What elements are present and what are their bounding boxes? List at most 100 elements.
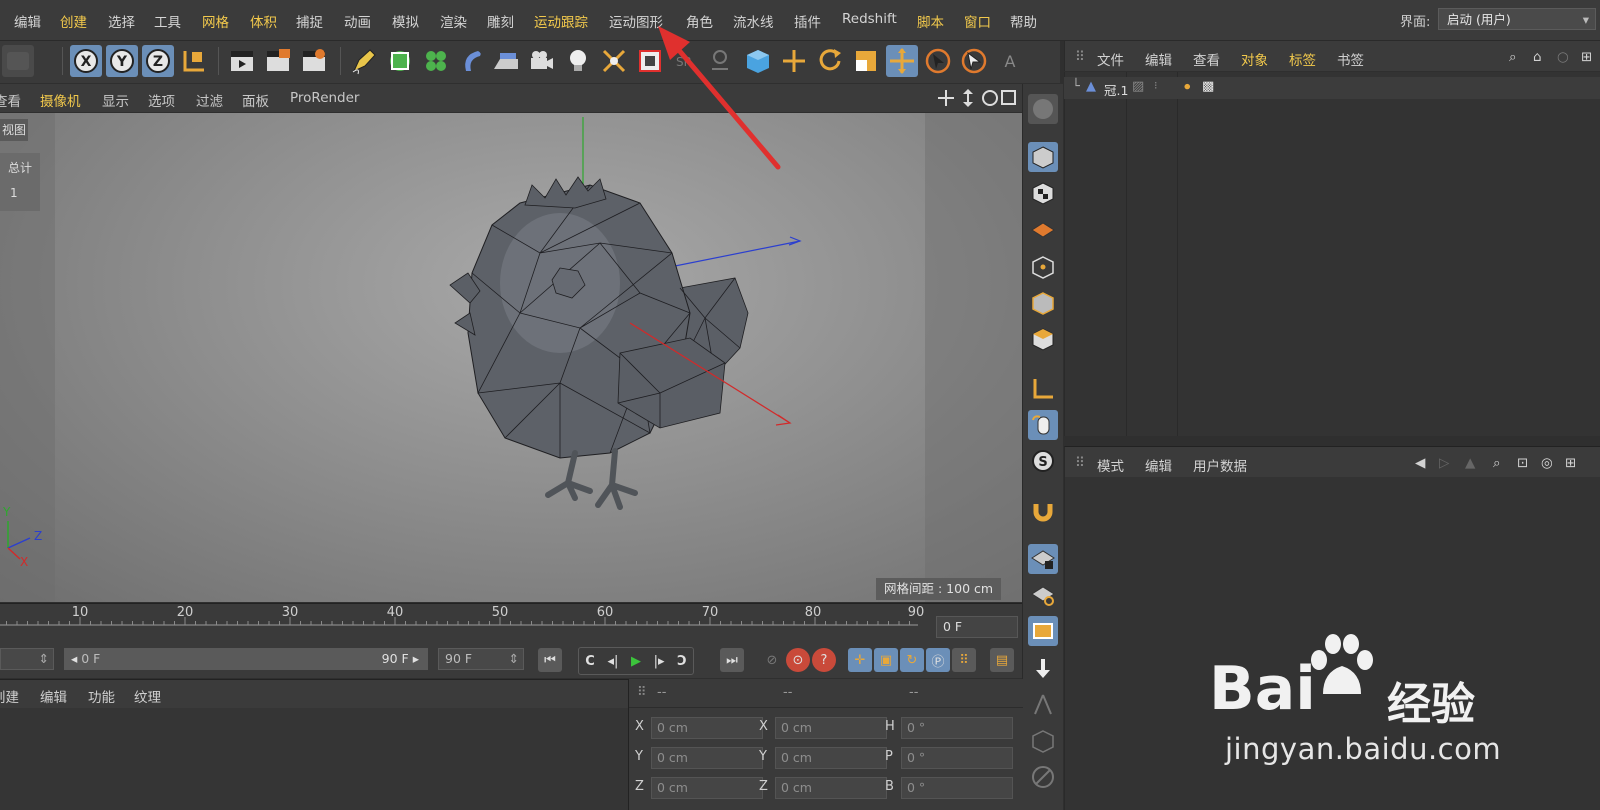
current-frame-field[interactable]: 0 F bbox=[936, 616, 1018, 638]
polygons-mode-button[interactable] bbox=[1028, 324, 1058, 354]
menu-motion-tracking[interactable]: 运动跟踪 bbox=[534, 11, 588, 31]
deformer-button[interactable] bbox=[456, 45, 488, 77]
key-rotation-button[interactable]: ↻ bbox=[900, 648, 924, 672]
rotation-b-field[interactable]: 0 ° bbox=[901, 777, 1013, 799]
size-z-field[interactable]: 0 cm bbox=[775, 777, 887, 799]
menu-script[interactable]: 脚本 bbox=[917, 11, 944, 31]
material-list[interactable] bbox=[0, 708, 628, 810]
viewport-menu-display[interactable]: 显示 bbox=[102, 90, 129, 110]
menu-select[interactable]: 选择 bbox=[108, 11, 135, 31]
key-position-button[interactable]: ✛ bbox=[848, 648, 872, 672]
go-to-start-button[interactable]: ⏮ bbox=[538, 648, 562, 672]
viewport-menu-view[interactable]: 查看 bbox=[0, 90, 21, 110]
attribute-menu-mode[interactable]: 模式 bbox=[1097, 455, 1124, 475]
snapping-button[interactable] bbox=[1028, 496, 1058, 526]
rotate-button[interactable] bbox=[814, 45, 846, 77]
undo-button[interactable] bbox=[2, 45, 34, 77]
position-z-field[interactable]: 0 cm bbox=[651, 777, 763, 799]
object-name[interactable]: 冠.1 bbox=[1104, 80, 1128, 99]
points-mode-button[interactable] bbox=[1028, 252, 1058, 282]
viewport-nav-icons[interactable] bbox=[936, 88, 1016, 108]
filter-icon[interactable]: ○ bbox=[1557, 49, 1569, 65]
edit-visibility-icon[interactable]: ▨ bbox=[1132, 79, 1144, 94]
menu-simulate[interactable]: 模拟 bbox=[392, 11, 419, 31]
auto-key-button[interactable]: ? bbox=[812, 648, 836, 672]
live-selection-button[interactable] bbox=[922, 45, 954, 77]
render-region-button[interactable] bbox=[1028, 616, 1058, 646]
attribute-menu-userdata[interactable]: 用户数据 bbox=[1193, 455, 1247, 475]
size-y-field[interactable]: 0 cm bbox=[775, 747, 887, 769]
viewport-solo-button[interactable] bbox=[1028, 94, 1058, 124]
move-selection-button[interactable] bbox=[958, 45, 990, 77]
object-menu-tags[interactable]: 标签 bbox=[1289, 49, 1316, 69]
menu-help[interactable]: 帮助 bbox=[1010, 11, 1037, 31]
menu-create[interactable]: 创建 bbox=[60, 11, 87, 31]
wireframe-button[interactable] bbox=[1028, 726, 1058, 756]
menu-render[interactable]: 渲染 bbox=[440, 11, 467, 31]
menu-redshift[interactable]: Redshift bbox=[842, 11, 897, 27]
material-tag-icon[interactable]: ▩ bbox=[1202, 79, 1214, 94]
menu-snap[interactable]: 捕捉 bbox=[296, 11, 323, 31]
material-menu-texture[interactable]: 纹理 bbox=[134, 686, 161, 706]
camera-button[interactable] bbox=[526, 45, 558, 77]
render-view-button[interactable] bbox=[226, 45, 258, 77]
render-picture-viewer-button[interactable] bbox=[262, 45, 294, 77]
target-icon[interactable]: ◎ bbox=[1541, 455, 1553, 471]
forward-arrow-icon[interactable]: ▷ bbox=[1439, 455, 1449, 471]
menu-edit[interactable]: 编辑 bbox=[14, 11, 41, 31]
viewport-menu-prorender[interactable]: ProRender bbox=[290, 90, 359, 106]
workplane-lock-button[interactable] bbox=[1028, 544, 1058, 574]
up-arrow-icon[interactable]: ▲ bbox=[1465, 455, 1475, 471]
start-frame-field[interactable]: ⇕ bbox=[0, 648, 54, 670]
new-window-icon[interactable]: ⊞ bbox=[1581, 49, 1592, 65]
light-button[interactable] bbox=[562, 45, 594, 77]
render-settings-button[interactable] bbox=[298, 45, 330, 77]
edges-mode-button[interactable] bbox=[1028, 288, 1058, 318]
floor-button[interactable] bbox=[490, 45, 522, 77]
loop-forward-icon[interactable]: Ɔ bbox=[677, 654, 687, 669]
menu-window[interactable]: 窗口 bbox=[964, 11, 991, 31]
object-menu-file[interactable]: 文件 bbox=[1097, 49, 1124, 69]
viewport-menu-options[interactable]: 选项 bbox=[148, 90, 175, 110]
key-points-button[interactable]: ⠿ bbox=[952, 648, 976, 672]
key-scale-button[interactable]: ▣ bbox=[874, 648, 898, 672]
viewport-menu-filter[interactable]: 过滤 bbox=[196, 90, 223, 110]
layout-select[interactable]: 启动 (用户) ▾ bbox=[1438, 8, 1596, 30]
lock-y-button[interactable]: Y bbox=[106, 45, 138, 77]
import-button[interactable] bbox=[1028, 654, 1058, 684]
max-frame-field[interactable]: 90 F ⇕ bbox=[438, 648, 524, 670]
search-icon[interactable]: ⌕ bbox=[1493, 455, 1501, 471]
subdivision-button[interactable] bbox=[384, 45, 416, 77]
viewport-menu-panel[interactable]: 面板 bbox=[242, 90, 269, 110]
menu-plugins[interactable]: 插件 bbox=[794, 11, 821, 31]
object-menu-bookmarks[interactable]: 书签 bbox=[1337, 49, 1364, 69]
menu-volume[interactable]: 体积 bbox=[250, 11, 277, 31]
lock-z-button[interactable]: Z bbox=[142, 45, 174, 77]
menu-mesh[interactable]: 网格 bbox=[202, 11, 229, 31]
array-button[interactable] bbox=[420, 45, 452, 77]
workplane-rotate-button[interactable] bbox=[1028, 580, 1058, 610]
back-arrow-icon[interactable]: ◀ bbox=[1415, 455, 1425, 471]
pen-tool-button[interactable] bbox=[348, 45, 380, 77]
position-y-field[interactable]: 0 cm bbox=[651, 747, 763, 769]
home-icon[interactable]: ⌂ bbox=[1533, 49, 1542, 65]
move-button[interactable] bbox=[886, 45, 918, 77]
solo-mode-button[interactable]: S bbox=[1028, 446, 1058, 476]
rotation-p-field[interactable]: 0 ° bbox=[901, 747, 1013, 769]
key-parameter-button[interactable]: Ⓟ bbox=[926, 648, 950, 672]
axis-mode-button[interactable] bbox=[1028, 374, 1058, 404]
perspective-viewport[interactable]: Y Z X bbox=[0, 113, 1022, 602]
texture-mode-button[interactable] bbox=[1028, 178, 1058, 208]
menu-tools[interactable]: 工具 bbox=[154, 11, 181, 31]
object-menu-edit[interactable]: 编辑 bbox=[1145, 49, 1172, 69]
tweak-mode-button[interactable] bbox=[1028, 410, 1058, 440]
menu-animate[interactable]: 动画 bbox=[344, 11, 371, 31]
visibility-dots-icon[interactable]: ⁝ bbox=[1154, 79, 1158, 92]
material-menu-function[interactable]: 功能 bbox=[88, 686, 115, 706]
object-menu-view[interactable]: 查看 bbox=[1193, 49, 1220, 69]
object-menu-objects[interactable]: 对象 bbox=[1241, 49, 1268, 69]
menu-sculpt[interactable]: 雕刻 bbox=[487, 11, 514, 31]
phong-tag-icon[interactable]: ⦁ bbox=[1184, 79, 1191, 94]
step-forward-icon[interactable]: |▸ bbox=[654, 654, 665, 669]
material-menu-create[interactable]: 创建 bbox=[0, 686, 19, 706]
